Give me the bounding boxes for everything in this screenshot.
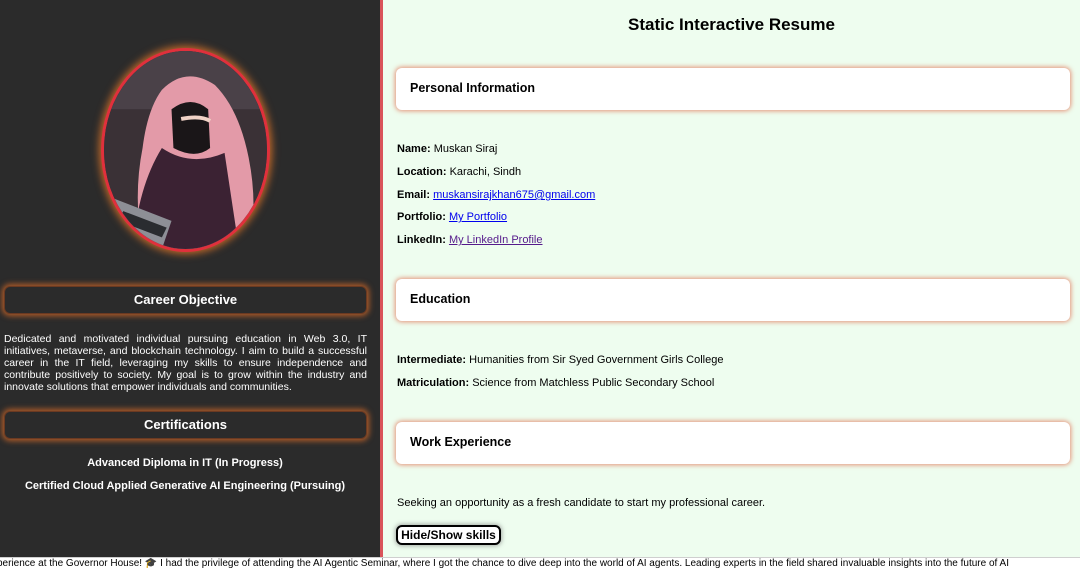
education-heading: Education <box>396 279 1070 321</box>
work-experience-text: Seeking an opportunity as a fresh candid… <box>397 497 766 509</box>
intermediate-row: Intermediate: Humanities from Sir Syed G… <box>397 354 723 366</box>
certification-item: Certified Cloud Applied Generative AI En… <box>24 480 346 492</box>
intermediate-value: Humanities from Sir Syed Government Girl… <box>469 354 724 366</box>
work-experience-heading: Work Experience <box>396 422 1070 464</box>
location-label: Location: <box>397 166 447 178</box>
intermediate-label: Intermediate: <box>397 354 467 366</box>
certifications-heading: Certifications <box>4 411 367 439</box>
portfolio-row: Portfolio: My Portfolio <box>397 211 507 223</box>
page-title: Static Interactive Resume <box>628 15 835 34</box>
email-row: Email: muskansirajkhan675@gmail.com <box>397 189 595 201</box>
personal-info-heading: Personal Information <box>396 68 1070 110</box>
sidebar: Career Objective Dedicated and motivated… <box>0 0 380 557</box>
profile-photo-image <box>104 51 267 249</box>
matriculation-value: Science from Matchless Public Secondary … <box>472 377 715 389</box>
linkedin-link[interactable]: My LinkedIn Profile <box>449 234 543 246</box>
linkedin-label: LinkedIn: <box>397 234 446 246</box>
email-link[interactable]: muskansirajkhan675@gmail.com <box>433 189 595 201</box>
name-value: Muskan Siraj <box>433 143 498 155</box>
name-row: Name: Muskan Siraj <box>397 143 497 155</box>
career-objective-heading: Career Objective <box>4 286 367 314</box>
ticker-text: perience at the Governor House! 🎓 I had … <box>0 558 1009 568</box>
location-row: Location: Karachi, Sindh <box>397 166 521 178</box>
certification-item: Advanced Diploma in IT (In Progress) <box>87 457 283 469</box>
portfolio-label: Portfolio: <box>397 211 446 223</box>
linkedin-row: LinkedIn: My LinkedIn Profile <box>397 234 543 246</box>
matriculation-label: Matriculation: <box>397 377 470 389</box>
news-ticker: perience at the Governor House! 🎓 I had … <box>0 557 1080 568</box>
location-value: Karachi, Sindh <box>449 166 522 178</box>
toggle-skills-button[interactable]: Hide/Show skills <box>396 525 501 545</box>
main-content: Static Interactive Resume Personal Infor… <box>383 0 1080 557</box>
name-label: Name: <box>397 143 431 155</box>
email-label: Email: <box>397 189 431 201</box>
portfolio-link[interactable]: My Portfolio <box>449 211 507 223</box>
profile-photo <box>101 48 270 252</box>
career-objective-text: Dedicated and motivated individual pursu… <box>4 333 367 393</box>
matriculation-row: Matriculation: Science from Matchless Pu… <box>397 377 714 389</box>
